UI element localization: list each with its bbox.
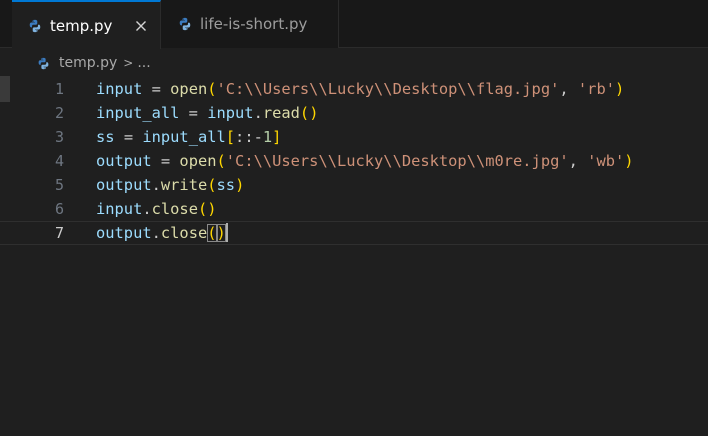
code-token: open xyxy=(179,152,217,170)
code-token: output xyxy=(96,224,152,242)
code-token: . xyxy=(142,200,152,218)
code-text: output.write(ss) xyxy=(96,173,244,197)
tab-bar: temp.py life-is-short.py xyxy=(0,0,708,49)
breadcrumb-more[interactable]: ... xyxy=(137,55,150,71)
code-token: ss xyxy=(216,176,236,194)
code-token: [ xyxy=(225,128,236,146)
code-line[interactable]: 5 output.write(ss) xyxy=(0,173,708,197)
code-token: write xyxy=(160,176,208,194)
line-number: 2 xyxy=(54,104,64,122)
line-number: 4 xyxy=(54,152,64,170)
code-token: 'rb' xyxy=(577,80,615,98)
code-line[interactable]: 7 output.close() xyxy=(0,221,708,245)
line-number: 5 xyxy=(54,176,64,194)
code-token: ) xyxy=(624,152,634,170)
code-token: ) xyxy=(216,224,226,242)
code-token: open xyxy=(170,80,208,98)
code-token: = xyxy=(114,128,143,146)
line-number: 3 xyxy=(54,128,64,146)
code-token: = xyxy=(151,152,180,170)
code-token: ( xyxy=(207,224,217,242)
editor-window: temp.py life-is-short.py temp.py > ... 1… xyxy=(0,0,708,436)
code-token: () xyxy=(197,200,217,218)
line-number: 6 xyxy=(54,200,64,218)
code-token: , xyxy=(559,80,578,98)
code-token: input_all xyxy=(96,104,180,122)
code-token: input xyxy=(207,104,254,122)
tab-life-is-short-py[interactable]: life-is-short.py xyxy=(161,0,339,48)
breadcrumb-file[interactable]: temp.py xyxy=(59,55,117,71)
code-token: 'C:\\Users\\Lucky\\Desktop\\flag.jpg' xyxy=(216,80,560,98)
code-token: ss xyxy=(96,128,115,146)
code-token: close xyxy=(160,224,208,242)
code-token: 1 xyxy=(262,128,273,146)
code-text: input_all = input.read() xyxy=(96,101,318,125)
python-file-icon xyxy=(38,57,49,69)
tab-label: temp.py xyxy=(50,16,113,35)
python-file-icon xyxy=(179,17,191,31)
code-token: ] xyxy=(272,128,282,146)
code-token: ( xyxy=(207,176,217,194)
code-token: ) xyxy=(235,176,245,194)
code-text: ss = input_all[::-1] xyxy=(96,125,281,149)
code-token: output xyxy=(96,176,152,194)
code-line[interactable]: 3 ss = input_all[::-1] xyxy=(0,125,708,149)
breadcrumb: temp.py > ... xyxy=(0,48,708,78)
code-token: ( xyxy=(207,80,217,98)
close-icon[interactable] xyxy=(133,18,149,34)
code-line[interactable]: 6 input.close() xyxy=(0,197,708,221)
code-line[interactable]: 4 output = open('C:\\Users\\Lucky\\Deskto… xyxy=(0,149,708,173)
tab-temp-py[interactable]: temp.py xyxy=(12,0,161,49)
text-cursor xyxy=(225,223,228,242)
code-token: input xyxy=(96,80,143,98)
code-token: input_all xyxy=(142,128,226,146)
code-token: 'C:\\Users\\Lucky\\Desktop\\m0re.jpg' xyxy=(225,152,569,170)
code-token: close xyxy=(151,200,198,218)
breadcrumb-separator: > xyxy=(123,56,134,70)
code-token: . xyxy=(151,176,161,194)
code-token: = xyxy=(142,80,171,98)
code-token: output xyxy=(96,152,152,170)
code-editor[interactable]: 1 input = open('C:\\Users\\Lucky\\Desktop… xyxy=(0,76,708,436)
code-line[interactable]: 2 input_all = input.read() xyxy=(0,101,708,125)
code-token: ( xyxy=(216,152,226,170)
code-text: output.close() xyxy=(96,222,228,244)
code-token: , xyxy=(568,152,588,170)
line-number: 1 xyxy=(54,80,64,98)
code-line[interactable]: 1 input = open('C:\\Users\\Lucky\\Desktop… xyxy=(0,77,708,101)
code-text: input.close() xyxy=(96,197,217,221)
code-token: () xyxy=(299,104,319,122)
code-text: output = open('C:\\Users\\Lucky\\Desktop… xyxy=(96,149,634,173)
code-token: . xyxy=(151,224,161,242)
code-token: ) xyxy=(614,80,625,98)
code-token: 'wb' xyxy=(587,152,625,170)
code-text: input = open('C:\\Users\\Lucky\\Desktop\… xyxy=(96,77,624,101)
code-token: input xyxy=(96,200,143,218)
code-token: - xyxy=(253,128,263,146)
code-token: . xyxy=(253,104,263,122)
code-token: read xyxy=(262,104,300,122)
code-token: = xyxy=(179,104,208,122)
line-number: 7 xyxy=(54,224,64,242)
tab-label: life-is-short.py xyxy=(200,15,308,33)
code-token: :: xyxy=(235,128,254,146)
python-file-icon xyxy=(29,19,41,32)
